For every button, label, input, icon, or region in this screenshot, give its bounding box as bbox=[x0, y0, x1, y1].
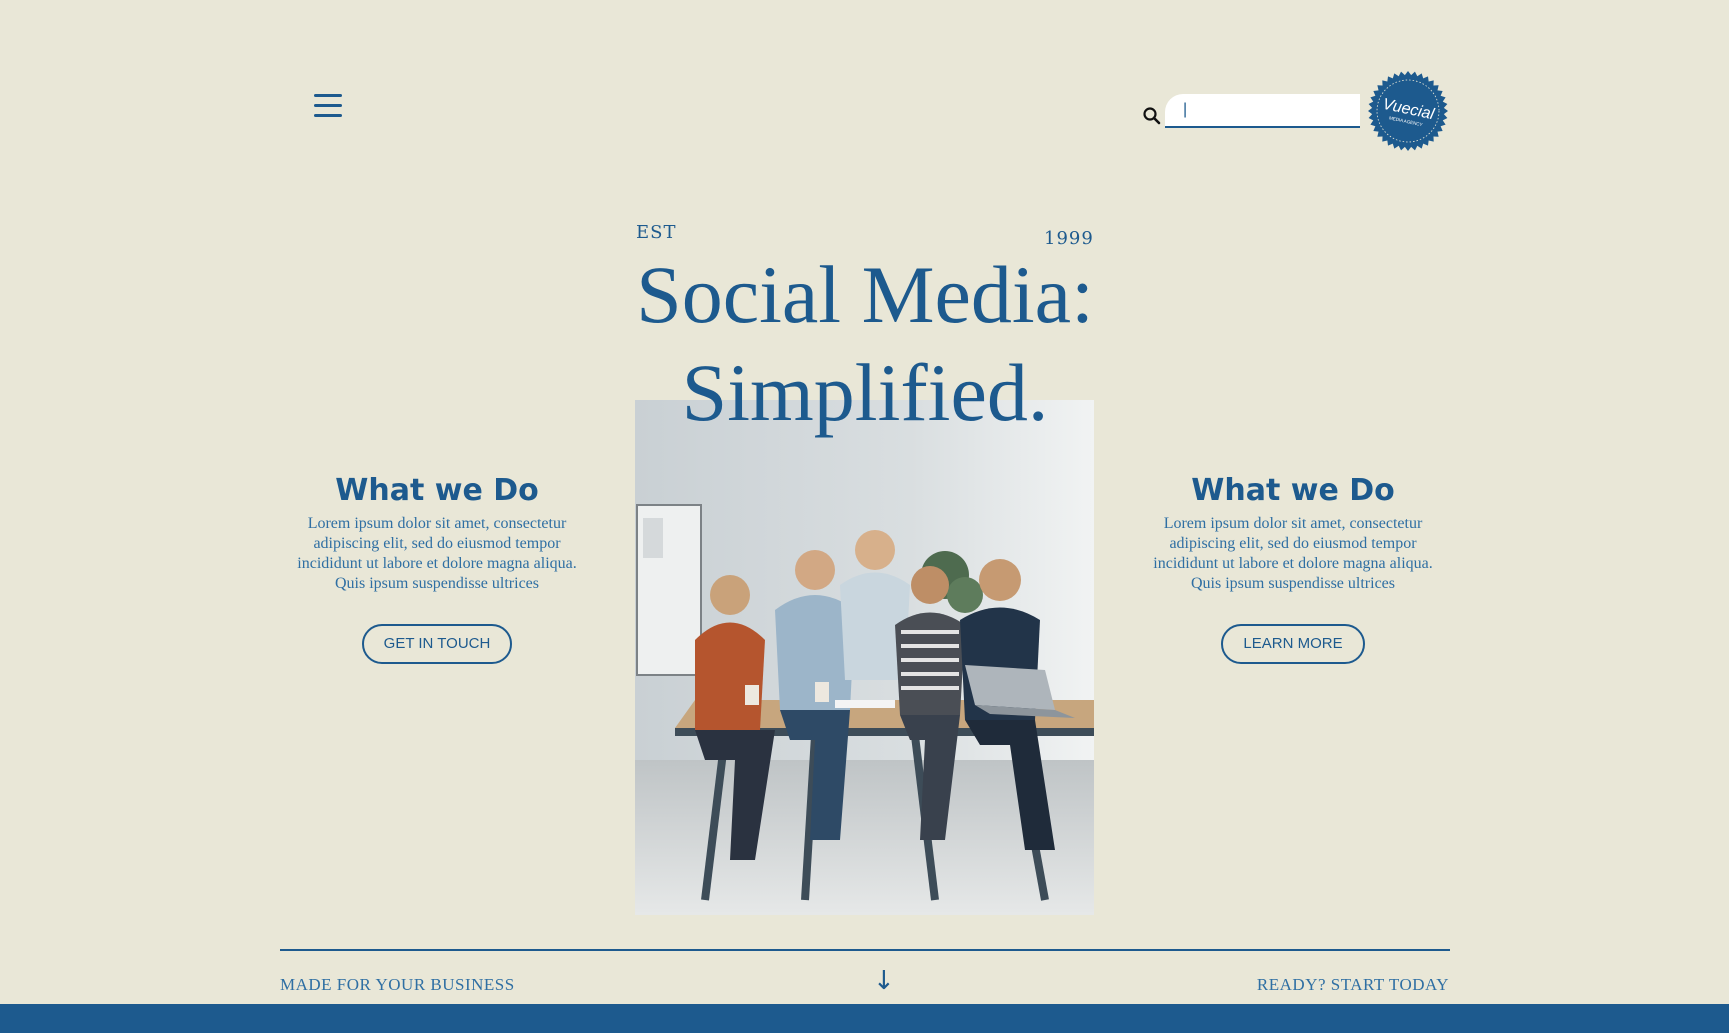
vuecial-logo-badge[interactable]: Vuecial MEDIA AGENCY bbox=[1367, 70, 1449, 152]
menu-line bbox=[314, 114, 342, 117]
arrow-down-icon[interactable]: ↓ bbox=[873, 966, 895, 996]
hamburger-menu-icon[interactable] bbox=[312, 92, 346, 120]
ready-start-today-link[interactable]: READY? START TODAY bbox=[1257, 975, 1449, 995]
menu-line bbox=[314, 94, 342, 97]
learn-more-button[interactable]: LEARN MORE bbox=[1221, 624, 1365, 664]
team-meeting-photo bbox=[635, 400, 1094, 915]
what-we-do-text: Lorem ipsum dolor sit amet, consectetur … bbox=[1153, 515, 1433, 592]
bottom-bar bbox=[0, 1004, 1729, 1033]
what-we-do-heading: What we Do bbox=[1191, 473, 1395, 508]
hero-title-line2: Simplified. bbox=[681, 347, 1049, 438]
est-label: EST bbox=[636, 222, 677, 243]
get-in-touch-button[interactable]: GET IN TOUCH bbox=[361, 624, 513, 664]
search-icon[interactable] bbox=[1142, 106, 1162, 126]
made-for-your-business-text: MADE FOR YOUR BUSINESS bbox=[280, 975, 515, 994]
hero-title: Social Media: Simplified. bbox=[600, 246, 1130, 442]
what-we-do-left: What we Do Lorem ipsum dolor sit amet, c… bbox=[292, 470, 582, 664]
hero-title-line1: Social Media: bbox=[636, 249, 1094, 340]
page: Vuecial MEDIA AGENCY EST 1999 bbox=[0, 0, 1729, 1033]
footer-divider bbox=[280, 949, 1450, 951]
search-input[interactable] bbox=[1165, 94, 1360, 128]
what-we-do-heading: What we Do bbox=[335, 473, 539, 508]
what-we-do-right: What we Do Lorem ipsum dolor sit amet, c… bbox=[1148, 470, 1438, 664]
menu-line bbox=[314, 104, 342, 107]
what-we-do-text: Lorem ipsum dolor sit amet, consectetur … bbox=[297, 515, 577, 592]
